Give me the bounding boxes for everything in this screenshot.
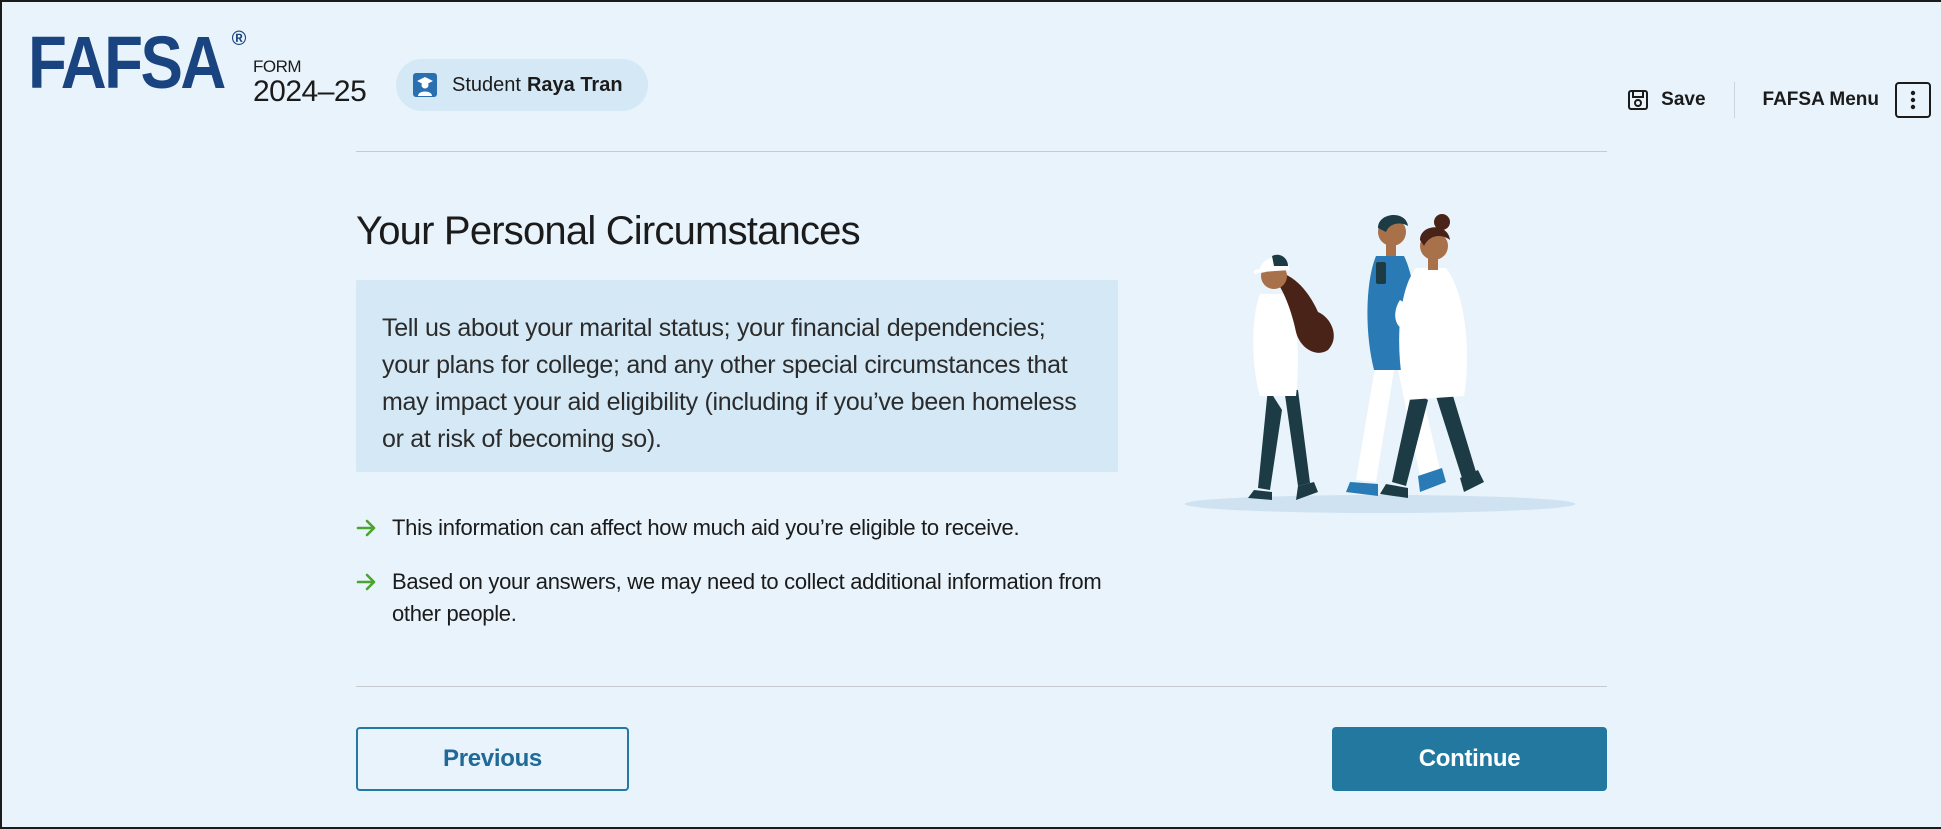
intro-panel: Tell us about your marital status; your … (356, 280, 1118, 472)
fafsa-menu-button[interactable]: FAFSA Menu (1763, 82, 1931, 118)
list-item: This information can affect how much aid… (356, 512, 1116, 544)
logo-text: FAFSA (28, 21, 226, 104)
save-button[interactable]: Save (1627, 89, 1706, 111)
kebab-menu-icon (1895, 82, 1931, 118)
intro-text: Tell us about your marital status; your … (382, 314, 1077, 453)
list-item-text: This information can affect how much aid… (392, 515, 1020, 540)
form-label: FORM (253, 57, 302, 76)
student-icon (413, 73, 437, 97)
list-item: Based on your answers, we may need to co… (356, 566, 1116, 630)
arrow-right-icon (356, 573, 376, 591)
save-label: Save (1661, 89, 1706, 110)
people-walking-illustration (1185, 214, 1575, 513)
student-badge: Student Raya Tran (396, 59, 648, 111)
continue-button[interactable]: Continue (1332, 727, 1607, 791)
save-icon (1628, 90, 1649, 110)
arrow-right-icon (356, 519, 376, 537)
bottom-divider (356, 686, 1607, 687)
top-divider (356, 151, 1607, 152)
header-actions: Save FAFSA Menu (1627, 82, 1931, 118)
list-item-text: Based on your answers, we may need to co… (392, 569, 1102, 626)
fafsa-logo[interactable]: FAFSA ® (28, 26, 246, 100)
form-year: 2024–25 (253, 75, 367, 108)
header-divider (1733, 82, 1735, 118)
previous-button[interactable]: Previous (356, 727, 629, 791)
info-list: This information can affect how much aid… (356, 512, 1116, 630)
fafsa-menu-label: FAFSA Menu (1762, 89, 1879, 110)
page-title: Your Personal Circumstances (356, 209, 861, 253)
student-name: Raya Tran (526, 73, 623, 96)
registered-mark: ® (231, 28, 247, 50)
form-year-block: FORM 2024–25 (253, 57, 367, 108)
student-role: Student (452, 73, 521, 96)
